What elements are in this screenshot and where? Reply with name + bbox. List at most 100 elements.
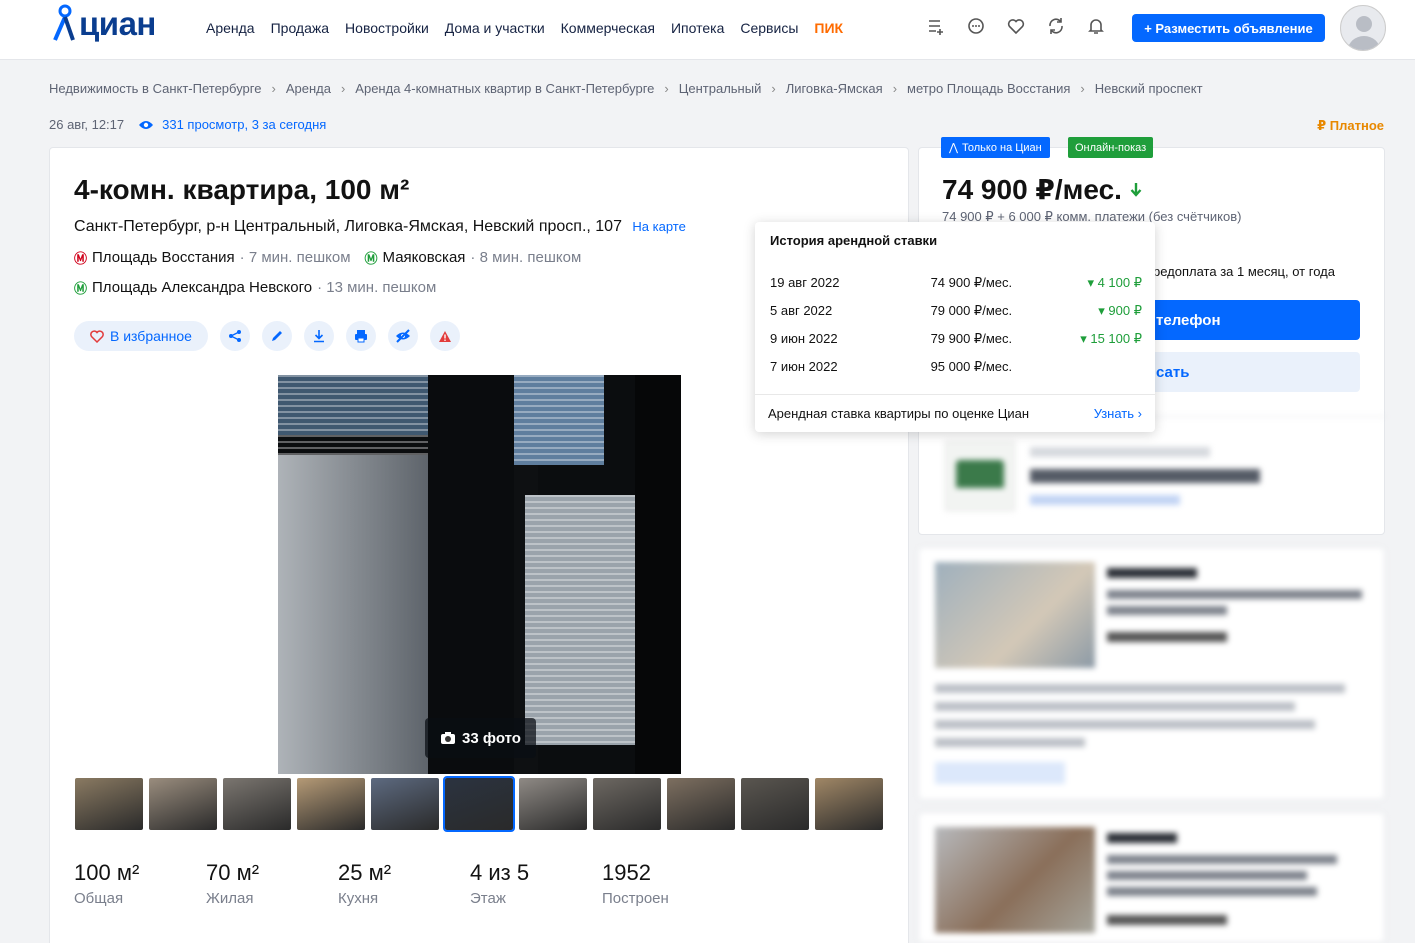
photo-count-button[interactable]: 33 фото xyxy=(425,718,536,758)
header-icons xyxy=(926,16,1106,36)
write-message-button[interactable]: сать xyxy=(1120,352,1360,392)
rent-estimate-text: Арендная ставка квартиры по оценке Циан xyxy=(768,406,1030,421)
chevron-right-icon: › xyxy=(271,81,276,96)
nav-item-pik[interactable]: ПИК xyxy=(814,20,843,36)
photo-thumbnail[interactable] xyxy=(443,776,515,832)
metro-station[interactable]: Ⓜ Площадь Восстания · 7 мин. пешком xyxy=(74,248,351,267)
bell-icon[interactable] xyxy=(1086,16,1106,36)
photo-thumbnail[interactable] xyxy=(297,778,365,830)
nav-item-mortgage[interactable]: Ипотека xyxy=(671,20,724,36)
fact-label: Кухня xyxy=(338,890,379,907)
nav-item-rent[interactable]: Аренда xyxy=(206,20,255,36)
photo-thumbnail[interactable] xyxy=(741,778,809,830)
agency-name-line xyxy=(1030,469,1260,483)
agency-logo xyxy=(945,441,1015,511)
history-change-value: 900 ₽ xyxy=(1108,303,1142,318)
ad-card[interactable] xyxy=(918,812,1385,943)
history-row: 9 июн 2022 79 900 ₽/мес. ▾ 15 100 ₽ xyxy=(770,331,1142,347)
address-text: Санкт-Петербург, р-н Центральный, Лиговк… xyxy=(74,218,622,235)
download-button[interactable] xyxy=(303,321,334,351)
chevron-right-icon: › xyxy=(1137,406,1142,421)
history-price: 79 000 ₽/мес. xyxy=(930,303,1013,318)
fact-total-area: 100 м² Общая xyxy=(74,860,206,907)
rent-history-popup: История арендной ставки 19 авг 2022 74 9… xyxy=(755,222,1155,432)
eye-off-icon xyxy=(395,329,410,343)
history-change-value: 4 100 ₽ xyxy=(1097,275,1142,290)
listing-meta: 26 авг, 12:17 331 просмотр, 3 за сегодня xyxy=(49,117,326,132)
nav-item-services[interactable]: Сервисы xyxy=(740,20,798,36)
price-down-arrow-icon[interactable] xyxy=(1130,182,1142,198)
photo-thumbnail[interactable] xyxy=(667,778,735,830)
rent-estimate-link[interactable]: Узнать › xyxy=(1094,406,1142,421)
ad-desc-line xyxy=(935,684,1345,693)
breadcrumb: Недвижимость в Санкт-Петербурге › Аренда ›… xyxy=(49,81,1203,96)
photo-thumbnail[interactable] xyxy=(149,778,217,830)
badge-online-show: Онлайн-показ xyxy=(1068,137,1154,158)
views-counter[interactable]: 331 просмотр, 3 за сегодня xyxy=(138,117,326,132)
metro-station[interactable]: Ⓜ Маяковская · 8 мин. пешком xyxy=(365,248,582,267)
print-button[interactable] xyxy=(345,321,376,351)
hide-listing-button[interactable] xyxy=(387,321,418,351)
post-ad-button[interactable]: + Разместить объявление xyxy=(1132,14,1325,42)
fact-built-year: 1952 Построен xyxy=(602,860,734,907)
nav-item-sale[interactable]: Продажа xyxy=(271,20,329,36)
action-bar: В избранное xyxy=(74,321,460,351)
photo-thumbnail[interactable] xyxy=(519,778,587,830)
favorite-label: В избранное xyxy=(110,328,192,344)
ad-desc-line xyxy=(935,720,1315,729)
show-phone-button[interactable]: телефон xyxy=(1120,300,1360,340)
complain-button[interactable] xyxy=(429,321,460,351)
pencil-icon xyxy=(271,331,282,341)
edit-note-button[interactable] xyxy=(261,321,292,351)
user-avatar[interactable] xyxy=(1340,5,1386,51)
ad-desc-line xyxy=(935,702,1295,711)
fact-value: 70 м² xyxy=(206,860,260,885)
metro-station[interactable]: Ⓜ Площадь Александра Невского · 13 мин. … xyxy=(74,278,436,297)
photo-thumbnail[interactable] xyxy=(75,778,143,830)
camera-icon xyxy=(441,732,456,744)
history-date: 9 июн 2022 xyxy=(770,331,838,346)
photo-thumbnail[interactable] xyxy=(815,778,883,830)
history-change xyxy=(1070,359,1142,375)
breadcrumb-item[interactable]: Недвижимость в Санкт-Петербурге xyxy=(49,81,261,96)
metro-walk-time: · 7 мин. пешком xyxy=(239,249,351,266)
fact-value: 1952 xyxy=(602,860,651,885)
breadcrumb-item[interactable]: Лиговка-Ямская xyxy=(786,81,883,96)
agency-type-line xyxy=(1030,447,1210,457)
photo-thumbnail[interactable] xyxy=(371,778,439,830)
history-row: 19 авг 2022 74 900 ₽/мес. ▾ 4 100 ₽ xyxy=(770,275,1142,291)
ad-card[interactable] xyxy=(918,547,1385,800)
breadcrumb-item[interactable]: Невский проспект xyxy=(1095,81,1203,96)
share-button[interactable] xyxy=(219,321,250,351)
photo-thumbnail[interactable] xyxy=(223,778,291,830)
nav-item-commercial[interactable]: Коммерческая xyxy=(561,20,655,36)
main-photo[interactable]: 33 фото xyxy=(278,375,681,774)
nav-item-newbuild[interactable]: Новостройки xyxy=(345,20,429,36)
metro-station-name: Площадь Александра Невского xyxy=(92,279,313,296)
map-link[interactable]: На карте xyxy=(632,219,685,234)
main-nav: Аренда Продажа Новостройки Дома и участк… xyxy=(206,20,843,36)
cian-logo[interactable]: циан xyxy=(49,4,156,44)
favorite-button[interactable]: В избранное xyxy=(74,321,208,351)
breadcrumb-item[interactable]: Центральный xyxy=(679,81,762,96)
nav-item-houses[interactable]: Дома и участки xyxy=(445,20,545,36)
breadcrumb-item[interactable]: Аренда 4-комнатных квартир в Санкт-Петер… xyxy=(355,81,654,96)
metro-row: Ⓜ Площадь Александра Невского · 13 мин. … xyxy=(74,278,436,297)
chat-icon[interactable] xyxy=(966,16,986,36)
metro-green-icon: Ⓜ xyxy=(74,281,88,296)
history-date: 7 июн 2022 xyxy=(770,359,838,374)
chevron-right-icon: › xyxy=(1080,81,1085,96)
ad-image xyxy=(935,562,1095,668)
photo-thumbnail[interactable] xyxy=(593,778,661,830)
metro-green-icon: Ⓜ xyxy=(364,251,378,266)
agency-block[interactable] xyxy=(918,416,1385,536)
saved-search-icon[interactable] xyxy=(1046,16,1066,36)
rent-estimate-row: Арендная ставка квартиры по оценке Циан … xyxy=(755,394,1155,432)
heart-icon[interactable] xyxy=(1006,16,1026,36)
breadcrumb-item[interactable]: Аренда xyxy=(286,81,331,96)
ad-image xyxy=(935,827,1095,933)
price-value: 74 900 ₽/мес. xyxy=(942,174,1122,205)
badge-cian-label: Только на Циан xyxy=(962,141,1042,154)
compare-list-icon[interactable] xyxy=(926,16,946,36)
breadcrumb-item[interactable]: метро Площадь Восстания xyxy=(907,81,1070,96)
